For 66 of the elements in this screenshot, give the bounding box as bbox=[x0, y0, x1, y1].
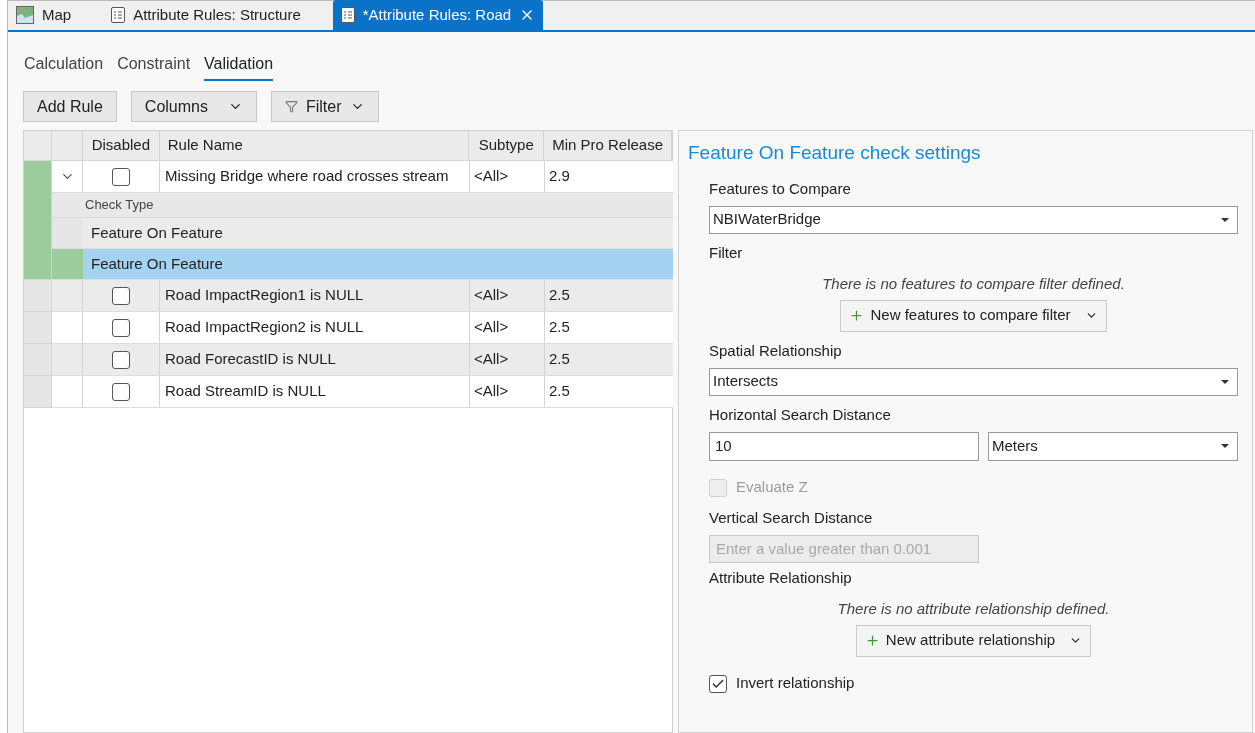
table-cell: <All> bbox=[470, 280, 545, 311]
input-field[interactable]: 10 bbox=[709, 431, 979, 461]
checkbox[interactable] bbox=[112, 382, 130, 401]
checkbox[interactable] bbox=[112, 167, 130, 186]
table-cell: <All> bbox=[470, 344, 545, 375]
unit-dropdown[interactable]: Meters bbox=[988, 431, 1238, 461]
table-cell: <All> bbox=[470, 161, 545, 192]
table-cell-text: 2.5 bbox=[548, 381, 571, 402]
table-cell: Road ForecastID is NULL bbox=[160, 344, 470, 375]
check-type-row[interactable]: Feature On Feature bbox=[83, 249, 673, 279]
dropdown-arrow-icon bbox=[1221, 217, 1229, 222]
document-tab[interactable]: Map bbox=[8, 0, 80, 30]
table-cell-text: 2.5 bbox=[548, 317, 571, 338]
table-cell: Road StreamID is NULL bbox=[160, 376, 470, 407]
field-label: Features to Compare bbox=[709, 179, 852, 200]
column-header[interactable]: Disabled bbox=[82, 131, 160, 160]
checkbox-label: Evaluate Z bbox=[736, 477, 808, 498]
toolbar-button[interactable]: Add Rule bbox=[23, 91, 117, 122]
table-cell: Road ImpactRegion1 is NULL bbox=[160, 280, 470, 311]
table-cell: Road ImpactRegion2 is NULL bbox=[160, 312, 470, 343]
dropdown-field[interactable]: NBIWaterBridge bbox=[709, 205, 1238, 234]
column-header[interactable]: Min Pro Release bbox=[544, 131, 672, 160]
empty-note: There is no attribute relationship defined. bbox=[836, 599, 1111, 620]
detail-heading: Check Type bbox=[85, 196, 154, 215]
field-label: Attribute Relationship bbox=[709, 568, 853, 589]
map-icon bbox=[16, 6, 34, 24]
table-cell-text: 2.5 bbox=[548, 349, 571, 370]
toolbar-button[interactable]: Filter bbox=[270, 91, 379, 122]
document-list-icon bbox=[111, 7, 126, 23]
dropdown-arrow-icon bbox=[1221, 379, 1229, 384]
tab-label: Attribute Rules: Structure bbox=[133, 4, 301, 25]
checkbox-label: Invert relationship bbox=[736, 673, 855, 694]
checkbox[interactable] bbox=[709, 674, 727, 693]
column-header[interactable]: Subtype bbox=[469, 131, 545, 160]
view-tab[interactable]: Validation bbox=[204, 52, 274, 81]
view-tab[interactable]: Calculation bbox=[24, 52, 104, 81]
check-type-row[interactable]: Feature On Feature bbox=[83, 218, 673, 248]
table-cell-text: 2.9 bbox=[548, 166, 571, 187]
checkbox[interactable] bbox=[112, 318, 130, 337]
field-label: Spatial Relationship bbox=[709, 341, 843, 362]
document-tab[interactable]: *Attribute Rules: Road bbox=[332, 0, 544, 30]
table-cell: <All> bbox=[470, 312, 545, 343]
plus-icon bbox=[864, 633, 880, 648]
document-list-icon bbox=[340, 7, 355, 23]
column-header[interactable]: Rule Name bbox=[159, 131, 470, 160]
checkbox[interactable] bbox=[112, 286, 130, 305]
field-label: Horizontal Search Distance bbox=[709, 405, 892, 426]
toolbar-button[interactable]: Columns bbox=[130, 91, 257, 122]
add-dropdown-button[interactable]: New attribute relationship bbox=[855, 624, 1092, 657]
view-tab[interactable]: Constraint bbox=[117, 52, 191, 81]
document-tab[interactable]: Attribute Rules: Structure bbox=[103, 0, 309, 30]
panel-title: Feature On Feature check settings bbox=[688, 141, 982, 165]
table-cell: Missing Bridge where road crosses stream bbox=[160, 161, 470, 192]
empty-note: There is no features to compare filter defined. bbox=[821, 274, 1126, 295]
table-cell-text: 2.5 bbox=[548, 285, 571, 306]
dropdown-arrow-icon bbox=[1221, 444, 1229, 448]
add-dropdown-button[interactable]: New features to compare filter bbox=[840, 299, 1107, 332]
tab-label: Map bbox=[42, 4, 72, 25]
plus-icon bbox=[849, 308, 865, 323]
table-cell: <All> bbox=[470, 376, 545, 407]
filter-icon bbox=[284, 100, 298, 113]
dropdown-field[interactable]: Intersects bbox=[709, 367, 1238, 396]
field-label: Filter bbox=[709, 243, 744, 264]
tab-label: *Attribute Rules: Road bbox=[362, 4, 512, 25]
checkbox[interactable] bbox=[112, 350, 130, 369]
field-label: Vertical Search Distance bbox=[709, 508, 874, 529]
